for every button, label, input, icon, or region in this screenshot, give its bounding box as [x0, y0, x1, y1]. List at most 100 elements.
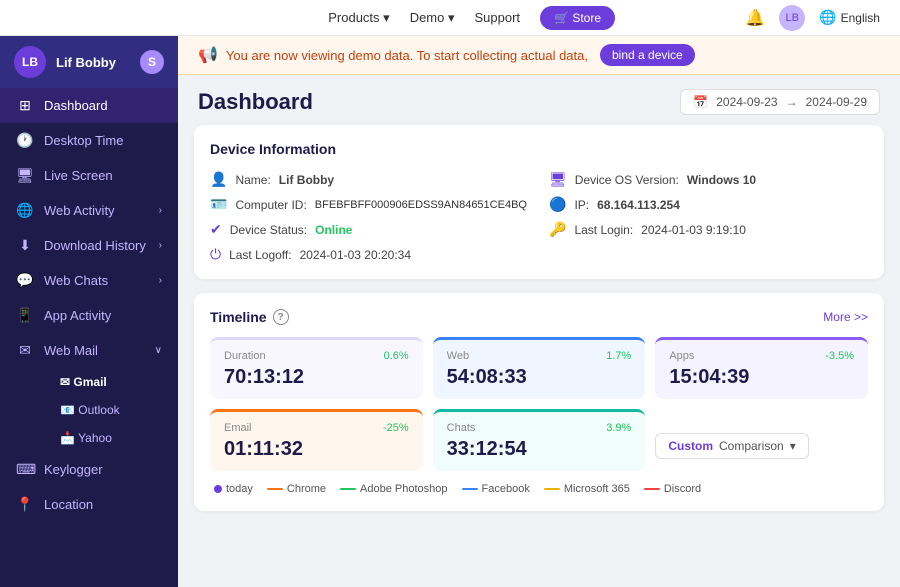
sidebar-item-label: Web Activity: [44, 203, 115, 218]
app-icon: 📱: [16, 307, 34, 324]
last-logoff-item: ⏻ Last Logoff: 2024-01-03 20:20:34: [210, 246, 529, 263]
custom-comparison-dropdown[interactable]: Custom Comparison ▾: [655, 433, 808, 459]
sidebar-item-outlook[interactable]: 📧 Outlook: [44, 396, 178, 424]
id-icon: 🪪: [210, 196, 227, 213]
nav-links: Products ▾ Demo ▾ Support 🛒 Store: [328, 6, 615, 30]
person-icon: 👤: [210, 171, 227, 188]
last-login-item: 🔑 Last Login: 2024-01-03 9:19:10: [549, 221, 868, 238]
date-end: 2024-09-29: [806, 95, 867, 109]
sidebar-item-yahoo[interactable]: 📩 Yahoo: [44, 424, 178, 452]
legend-discord-line: [644, 488, 660, 490]
language-label: English: [841, 11, 880, 25]
page-header: Dashboard 📅 2024-09-23 → 2024-09-29: [178, 75, 900, 125]
sidebar-item-app-activity[interactable]: 📱 App Activity: [0, 298, 178, 333]
main-layout: LB Lif Bobby S ⊞ Dashboard 🕐 Desktop Tim…: [0, 36, 900, 587]
alert-icon: 📢: [198, 45, 218, 65]
legend-today-dot: [214, 485, 222, 493]
stat-apps-value: 15:04:39: [669, 366, 854, 389]
chevron-right-icon: ›: [159, 205, 162, 216]
dashboard-icon: ⊞: [16, 97, 34, 114]
sidebar-item-dashboard[interactable]: ⊞ Dashboard: [0, 88, 178, 123]
top-nav-right: 🔔 LB 🌐 English: [745, 5, 880, 31]
stat-label-row: Chats 3.9%: [447, 422, 632, 434]
sidebar-item-location[interactable]: 📍 Location: [0, 487, 178, 522]
sidebar-item-label: Desktop Time: [44, 133, 123, 148]
sidebar-item-desktop-time[interactable]: 🕐 Desktop Time: [0, 123, 178, 158]
stat-web-label: Web: [447, 350, 469, 362]
chevron-right-icon: ›: [159, 240, 162, 251]
date-range-picker[interactable]: 📅 2024-09-23 → 2024-09-29: [680, 89, 880, 115]
stat-chats-label: Chats: [447, 422, 476, 434]
more-link[interactable]: More >>: [823, 310, 868, 324]
legend-facebook-label: Facebook: [482, 483, 530, 495]
timeline-card: Timeline ? More >> Duration 0.6% 70:13:1…: [194, 293, 884, 511]
page-title: Dashboard: [198, 89, 313, 115]
device-os-label: Device OS Version:: [575, 173, 679, 187]
device-status-label: Device Status:: [230, 223, 307, 237]
sidebar-item-download-history[interactable]: ⬇ Download History ›: [0, 228, 178, 263]
sidebar-item-web-chats[interactable]: 💬 Web Chats ›: [0, 263, 178, 298]
support-link[interactable]: Support: [475, 10, 521, 25]
last-logoff-value: 2024-01-03 20:20:34: [300, 248, 411, 262]
sidebar-item-web-mail[interactable]: ✉ Web Mail ∨: [0, 333, 178, 368]
computer-id-item: 🪪 Computer ID: BFEBFBFF000906EDSS9AN8465…: [210, 196, 529, 213]
yahoo-icon: 📩: [60, 431, 78, 445]
bind-device-button[interactable]: bind a device: [600, 44, 695, 66]
legend-chrome: Chrome: [267, 483, 326, 495]
legend-row: today Chrome Adobe Photoshop Facebook Mi…: [210, 483, 868, 495]
products-menu[interactable]: Products ▾: [328, 10, 389, 26]
dropdown-text: Comparison: [719, 439, 784, 453]
legend-chrome-line: [267, 488, 283, 490]
calendar-icon: 📅: [693, 95, 708, 109]
main-content: 📢 You are now viewing demo data. To star…: [178, 36, 900, 587]
device-name-label: Name:: [235, 173, 270, 187]
help-icon[interactable]: ?: [273, 309, 289, 325]
stat-email-label: Email: [224, 422, 252, 434]
yahoo-label: Yahoo: [78, 431, 112, 445]
device-status-item: ✔ Device Status: Online: [210, 221, 529, 238]
timeline-header: Timeline ? More >>: [210, 309, 868, 325]
power-icon: ⏻: [210, 246, 221, 263]
computer-id-value: BFEBFBFF000906EDSS9AN84651CE4BQ: [315, 199, 527, 211]
date-arrow: →: [786, 95, 798, 109]
sidebar: LB Lif Bobby S ⊞ Dashboard 🕐 Desktop Tim…: [0, 36, 178, 587]
sidebar-username: Lif Bobby: [56, 55, 116, 70]
alert-banner: 📢 You are now viewing demo data. To star…: [178, 36, 900, 75]
stat-web-value: 54:08:33: [447, 366, 632, 389]
top-nav: Products ▾ Demo ▾ Support 🛒 Store 🔔 LB 🌐…: [0, 0, 900, 36]
stat-email-value: 01:11:32: [224, 438, 409, 461]
ip-icon: 🔵: [549, 196, 566, 213]
sidebar-item-keylogger[interactable]: ⌨ Keylogger: [0, 452, 178, 487]
store-button[interactable]: 🛒 Store: [540, 6, 615, 30]
last-login-value: 2024-01-03 9:19:10: [641, 223, 746, 237]
sidebar-item-live-screen[interactable]: 🖥 Live Screen: [0, 158, 178, 193]
timeline-title-text: Timeline: [210, 309, 267, 325]
sidebar-item-label: Web Chats: [44, 273, 108, 288]
outlook-label: Outlook: [78, 403, 119, 417]
sidebar-item-gmail[interactable]: ✉ Gmail: [44, 368, 178, 396]
device-name-value: Lif Bobby: [279, 173, 334, 187]
stat-duration-label: Duration: [224, 350, 266, 362]
device-os-value: Windows 10: [687, 173, 756, 187]
device-name-item: 👤 Name: Lif Bobby: [210, 171, 529, 188]
sidebar-item-web-activity[interactable]: 🌐 Web Activity ›: [0, 193, 178, 228]
location-icon: 📍: [16, 496, 34, 513]
clock-icon: 🕐: [16, 132, 34, 149]
legend-ms365-label: Microsoft 365: [564, 483, 630, 495]
demo-menu[interactable]: Demo ▾: [410, 10, 455, 26]
device-info-title: Device Information: [210, 141, 868, 157]
device-os-item: 🖥 Device OS Version: Windows 10: [549, 171, 868, 188]
chevron-right-icon: ›: [159, 275, 162, 286]
sidebar-item-label: Location: [44, 497, 93, 512]
notification-bell-icon[interactable]: 🔔: [745, 8, 765, 28]
sidebar-item-label: App Activity: [44, 308, 111, 323]
globe-icon: 🌐: [819, 9, 836, 26]
last-login-label: Last Login:: [574, 223, 633, 237]
ip-label: IP:: [574, 198, 589, 212]
sidebar-item-label: Web Mail: [44, 343, 98, 358]
legend-adobe-line: [340, 488, 356, 490]
stat-email-pct: -25%: [383, 422, 409, 434]
language-selector[interactable]: 🌐 English: [819, 9, 880, 26]
gmail-label: Gmail: [73, 375, 106, 389]
user-avatar[interactable]: LB: [779, 5, 805, 31]
